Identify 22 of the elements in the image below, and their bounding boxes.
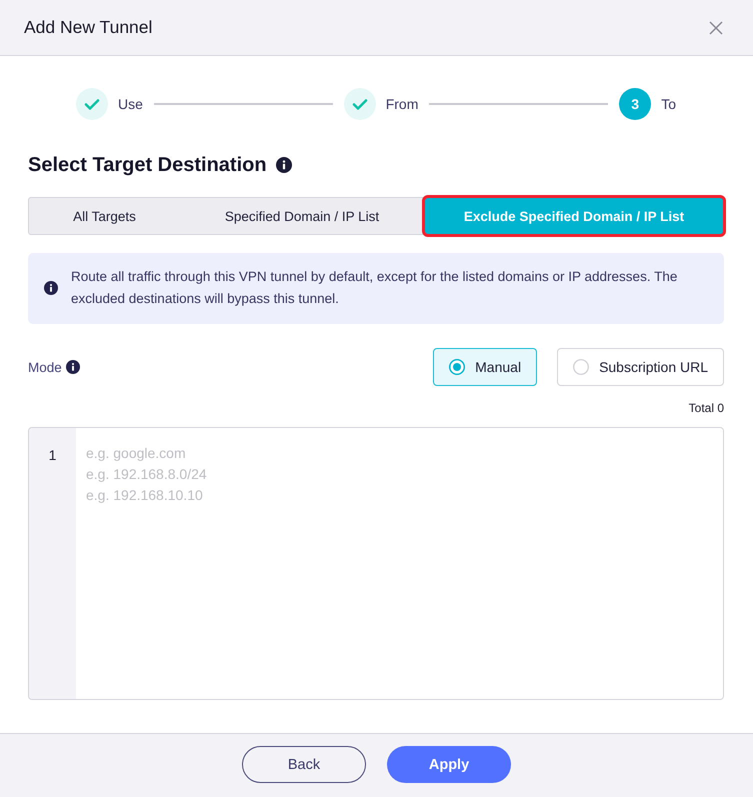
mode-option[interactable]: Manual <box>433 348 538 386</box>
address-editor[interactable]: 1 e.g. google.com e.g. 192.168.8.0/24 e.g. 192.168.10.10 <box>28 427 724 700</box>
mode-option[interactable]: Subscription URL <box>557 348 724 386</box>
info-icon <box>66 360 80 374</box>
close-button[interactable] <box>709 20 723 34</box>
section-title: Select Target Destination <box>28 154 267 176</box>
notice-text: Route all traffic through this VPN tunnel by default, except for the listed domains or IP addresses. The excluded destinations will bypass this tunnel. <box>71 268 678 308</box>
step-number: 3 <box>619 88 652 120</box>
target-tab[interactable]: All Targets <box>29 198 180 234</box>
close-icon <box>709 20 723 34</box>
dialog-title: Add New Tunnel <box>24 17 152 38</box>
back-button[interactable]: Back <box>242 746 366 783</box>
step-label: Use <box>118 96 143 112</box>
total-count: Total 0 <box>688 401 724 415</box>
step-label: From <box>386 96 418 112</box>
mode-label: Mode <box>28 360 62 374</box>
target-tab[interactable]: Specified Domain / IP List <box>180 198 424 234</box>
info-icon <box>44 281 58 295</box>
apply-button[interactable]: Apply <box>387 746 511 783</box>
step-label: To <box>661 96 676 112</box>
line-number: 1 <box>48 446 56 465</box>
info-icon <box>276 157 292 173</box>
